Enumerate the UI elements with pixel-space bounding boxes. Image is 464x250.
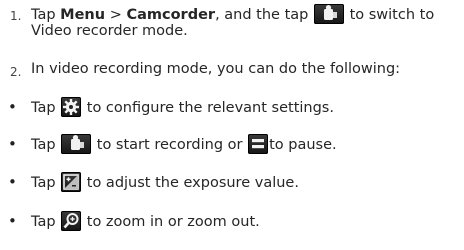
menu-label: Menu: [60, 7, 106, 23]
record-camera-icon: [61, 134, 92, 154]
step-1-line-1: Tap Menu > Camcorder, and the tap to swi…: [31, 4, 434, 24]
step-1-line-2: Video recorder mode.: [31, 23, 188, 39]
step-1-and-the-tap: , and the tap: [215, 7, 309, 23]
bullet-glyph: •: [8, 98, 17, 116]
bullet-zoom-text-line: Tap to zoom in or zoom out.: [31, 211, 260, 231]
step-2-text: In video recording mode, you can do the …: [31, 61, 401, 77]
bullet-record-text-mid: to start recording or: [96, 137, 243, 153]
bullet-glyph: •: [8, 212, 17, 230]
settings-gear-icon: [61, 97, 82, 117]
bullet-tap: Tap: [31, 214, 56, 230]
bullet-record-text: to pause.: [269, 137, 337, 153]
camcorder-switch-icon: [313, 4, 344, 24]
exposure-icon: [61, 172, 82, 192]
bullet-settings-text: to configure the relevant settings.: [86, 100, 334, 116]
bullet-tap: Tap: [31, 100, 56, 116]
step-1-number: 1.: [10, 9, 22, 23]
step-1-to-switch: to switch to: [349, 7, 435, 23]
instructions-page: { "step1": { "number": "1.", "tap": "Tap…: [0, 0, 464, 250]
bullet-zoom-text: to zoom in or zoom out.: [86, 214, 260, 230]
step-1-tap: Tap: [31, 7, 56, 23]
step-2-number: 2.: [10, 65, 22, 79]
bullet-glyph: •: [8, 135, 17, 153]
zoom-icon: [61, 211, 82, 231]
bullet-tap: Tap: [31, 175, 56, 191]
menu-separator: >: [109, 7, 122, 23]
pause-icon: [248, 134, 269, 154]
bullet-exposure-text: to adjust the exposure value.: [86, 175, 299, 191]
bullet-tap: Tap: [31, 137, 56, 153]
bullet-exposure-text-line: Tap to adjust the exposure value.: [31, 172, 299, 192]
bullet-glyph: •: [8, 173, 17, 191]
bullet-record-text-line: Tap to start recording or to pause.: [31, 134, 337, 154]
camcorder-label: Camcorder: [126, 7, 216, 23]
bullet-settings-text-line: Tap to configure the relevant settings.: [31, 97, 334, 117]
